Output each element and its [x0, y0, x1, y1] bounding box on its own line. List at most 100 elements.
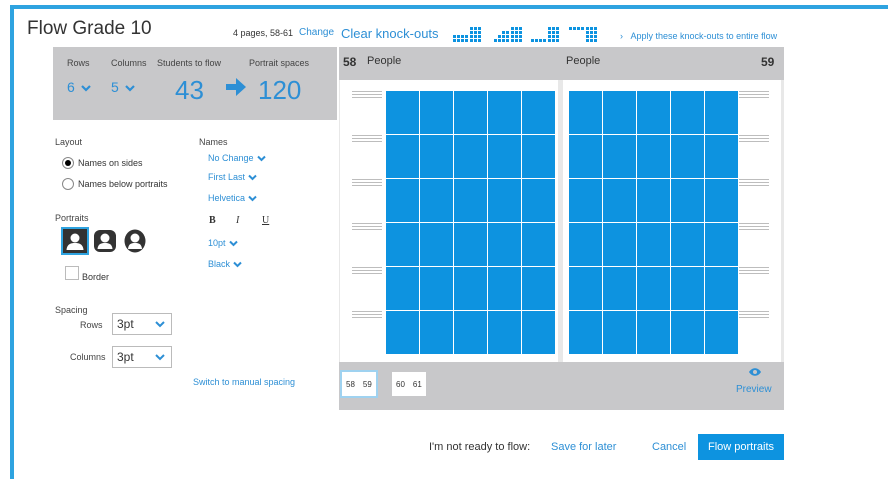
- radio-names-on-sides[interactable]: Names on sides: [62, 157, 143, 169]
- portrait-cell[interactable]: [705, 179, 738, 222]
- portrait-cell[interactable]: [569, 223, 602, 266]
- portrait-cell[interactable]: [386, 223, 419, 266]
- portrait-cell[interactable]: [569, 267, 602, 310]
- font-color-select[interactable]: Black: [208, 259, 242, 269]
- portrait-cell[interactable]: [386, 135, 419, 178]
- portrait-cell[interactable]: [705, 223, 738, 266]
- cancel-button[interactable]: Cancel: [652, 441, 686, 453]
- thumb-pages-58-59[interactable]: 58 59: [340, 370, 378, 398]
- knockout-pattern-4-icon[interactable]: [569, 26, 600, 44]
- portrait-cell[interactable]: [705, 135, 738, 178]
- portrait-cell[interactable]: [522, 179, 555, 222]
- portrait-cell[interactable]: [488, 179, 521, 222]
- italic-button[interactable]: I: [236, 215, 239, 226]
- portrait-cell[interactable]: [420, 223, 453, 266]
- portrait-cell[interactable]: [522, 223, 555, 266]
- portrait-cell[interactable]: [454, 179, 487, 222]
- knockout-pattern-2-icon[interactable]: [494, 26, 525, 44]
- portrait-oval-icon[interactable]: [123, 229, 147, 253]
- knockout-pattern-1-icon[interactable]: [453, 26, 484, 44]
- portrait-cell[interactable]: [454, 91, 487, 134]
- portrait-cell[interactable]: [454, 223, 487, 266]
- portrait-cell[interactable]: [454, 311, 487, 354]
- apply-knockouts-label: Apply these knock-outs to entire flow: [630, 31, 778, 41]
- portrait-cell[interactable]: [637, 91, 670, 134]
- portrait-cell[interactable]: [454, 267, 487, 310]
- manual-spacing-link[interactable]: Switch to manual spacing: [193, 377, 295, 387]
- portrait-cell[interactable]: [637, 267, 670, 310]
- spacing-columns-select[interactable]: 3pt: [112, 346, 172, 368]
- portrait-cell[interactable]: [671, 267, 704, 310]
- preview-header: [339, 47, 784, 80]
- portrait-cell[interactable]: [603, 135, 636, 178]
- portrait-cell[interactable]: [488, 223, 521, 266]
- portrait-cell[interactable]: [637, 223, 670, 266]
- rows-select[interactable]: 6: [67, 79, 91, 95]
- portrait-cell[interactable]: [522, 91, 555, 134]
- save-later-button[interactable]: Save for later: [551, 441, 616, 453]
- radio-names-below[interactable]: Names below portraits: [62, 178, 168, 190]
- portrait-cell[interactable]: [454, 135, 487, 178]
- portrait-cell[interactable]: [705, 267, 738, 310]
- font-select[interactable]: Helvetica: [208, 193, 257, 203]
- portrait-cell[interactable]: [671, 179, 704, 222]
- portrait-cell[interactable]: [420, 311, 453, 354]
- portrait-cell[interactable]: [603, 311, 636, 354]
- change-link[interactable]: Change: [299, 27, 334, 38]
- preview-button[interactable]: Preview: [736, 384, 772, 395]
- chevron-down-icon: [124, 85, 135, 92]
- thumb-pages-60-61[interactable]: 60 61: [392, 372, 426, 396]
- portrait-cell[interactable]: [386, 311, 419, 354]
- portrait-cell[interactable]: [386, 267, 419, 310]
- portrait-cell[interactable]: [603, 267, 636, 310]
- spacing-rows-select[interactable]: 3pt: [112, 313, 172, 335]
- eye-icon[interactable]: [748, 367, 762, 377]
- knockout-pattern-3-icon[interactable]: [531, 26, 562, 44]
- columns-select[interactable]: 5: [111, 79, 135, 95]
- portrait-cell[interactable]: [637, 135, 670, 178]
- portrait-cell[interactable]: [637, 179, 670, 222]
- clear-knockouts-button[interactable]: Clear knock-outs: [341, 26, 439, 41]
- pages-info: 4 pages, 58-61: [233, 28, 294, 38]
- portrait-cell[interactable]: [671, 91, 704, 134]
- portrait-cell[interactable]: [569, 179, 602, 222]
- portrait-cell[interactable]: [488, 135, 521, 178]
- portrait-cell[interactable]: [569, 91, 602, 134]
- portrait-cell[interactable]: [420, 135, 453, 178]
- portrait-cell[interactable]: [637, 311, 670, 354]
- bold-button[interactable]: B: [209, 215, 216, 226]
- portrait-cell[interactable]: [569, 135, 602, 178]
- portrait-square-icon[interactable]: [61, 227, 89, 255]
- portrait-cell[interactable]: [603, 179, 636, 222]
- portrait-cell[interactable]: [386, 179, 419, 222]
- portrait-cell[interactable]: [705, 311, 738, 354]
- portrait-cell[interactable]: [386, 91, 419, 134]
- portrait-cell[interactable]: [705, 91, 738, 134]
- portrait-cell[interactable]: [488, 91, 521, 134]
- border-checkbox[interactable]: [65, 266, 79, 280]
- portrait-cell[interactable]: [671, 311, 704, 354]
- spaces-label: Portrait spaces: [249, 58, 310, 68]
- portrait-cell[interactable]: [420, 179, 453, 222]
- portrait-cell[interactable]: [522, 135, 555, 178]
- name-order-select[interactable]: First Last: [208, 172, 257, 182]
- portrait-cell[interactable]: [603, 91, 636, 134]
- names-label: Names: [199, 137, 228, 147]
- layout-label: Layout: [55, 137, 83, 147]
- portrait-cell[interactable]: [488, 311, 521, 354]
- portrait-cell[interactable]: [420, 91, 453, 134]
- portrait-cell[interactable]: [522, 267, 555, 310]
- portrait-cell[interactable]: [488, 267, 521, 310]
- portrait-cell[interactable]: [603, 223, 636, 266]
- portrait-cell[interactable]: [522, 311, 555, 354]
- portrait-cell[interactable]: [671, 135, 704, 178]
- apply-knockouts-link[interactable]: › Apply these knock-outs to entire flow: [620, 31, 777, 41]
- font-size-select[interactable]: 10pt: [208, 238, 238, 248]
- portrait-cell[interactable]: [671, 223, 704, 266]
- portrait-cell[interactable]: [569, 311, 602, 354]
- portrait-rounded-icon[interactable]: [93, 229, 117, 253]
- flow-portraits-button[interactable]: Flow portraits: [698, 434, 784, 460]
- portrait-cell[interactable]: [420, 267, 453, 310]
- name-case-select[interactable]: No Change: [208, 153, 266, 163]
- underline-button[interactable]: U: [262, 215, 269, 226]
